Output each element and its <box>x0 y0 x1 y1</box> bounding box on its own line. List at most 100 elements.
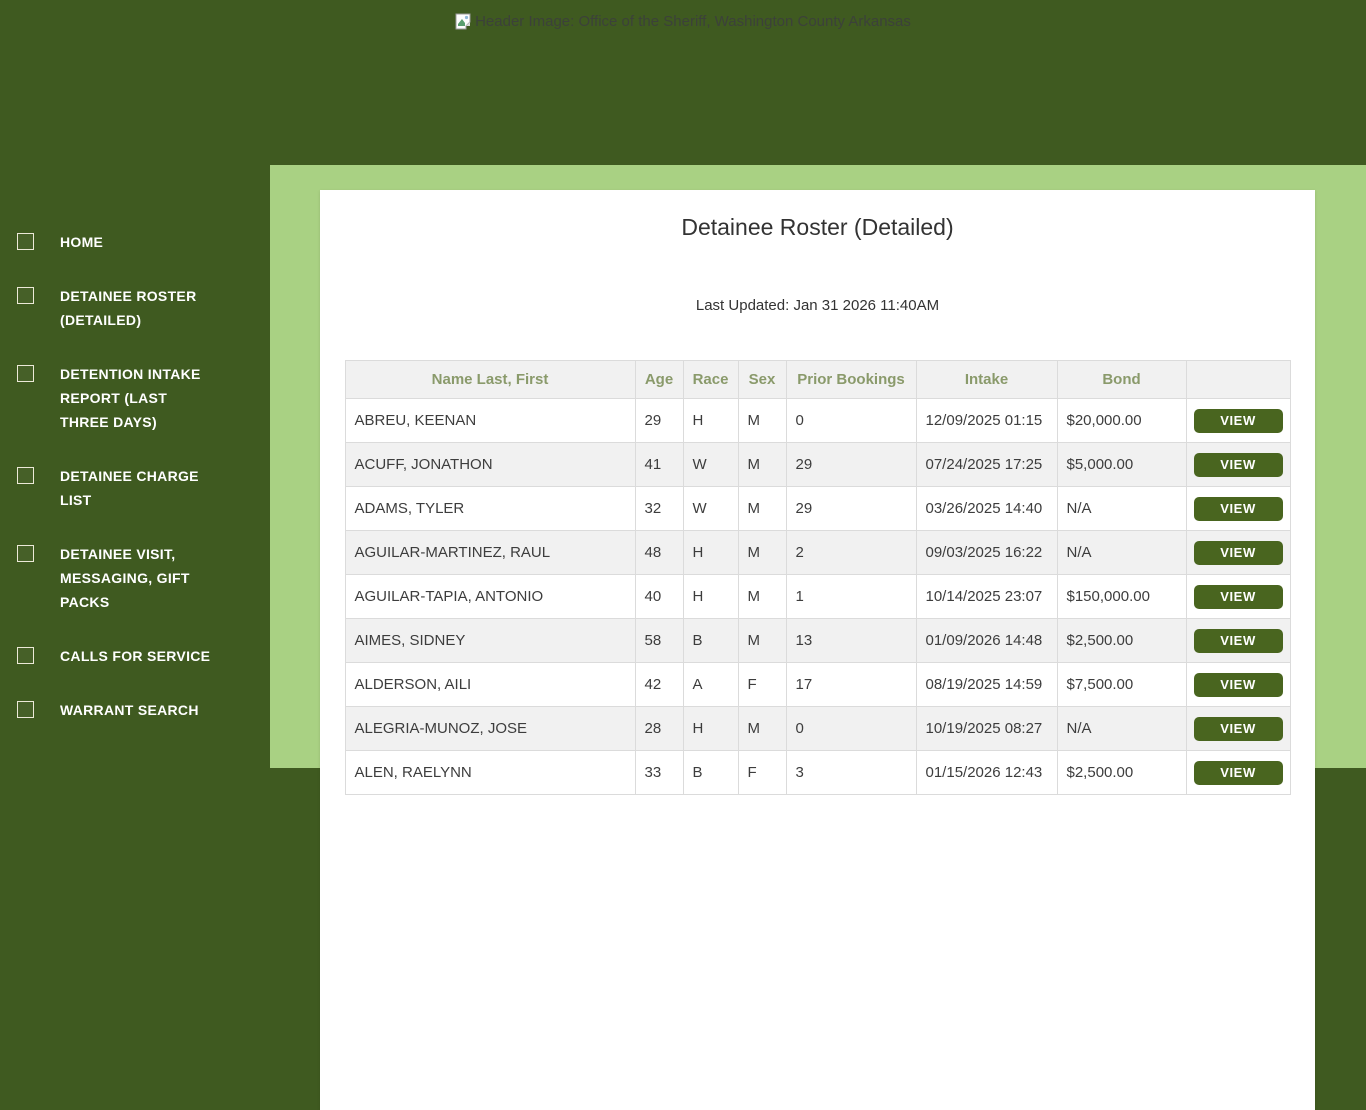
cell-actions: VIEW <box>1185 662 1291 707</box>
broken-nav-image-icon <box>17 287 34 304</box>
cell-intake: 12/09/2025 01:15 <box>915 398 1058 443</box>
cell-bond: $5,000.00 <box>1056 442 1187 487</box>
view-button[interactable]: VIEW <box>1193 672 1283 697</box>
cell-race: B <box>682 750 739 795</box>
cell-sex: F <box>737 750 787 795</box>
cell-age: 41 <box>634 442 684 487</box>
view-button[interactable]: VIEW <box>1193 716 1283 741</box>
cell-prior-bookings: 29 <box>785 442 917 487</box>
view-button[interactable]: VIEW <box>1193 760 1283 785</box>
col-header-actions <box>1185 360 1291 399</box>
cell-prior-bookings: 0 <box>785 706 917 751</box>
table-row: ALEGRIA-MUNOZ, JOSE 28 H M 0 10/19/2025 08:27… <box>344 706 1291 751</box>
cell-sex: M <box>737 706 787 751</box>
cell-age: 32 <box>634 486 684 531</box>
cell-name: ABREU, KEENAN <box>344 398 636 443</box>
roster-card: Detainee Roster (Detailed) Last Updated:… <box>320 190 1315 1110</box>
cell-prior-bookings: 29 <box>785 486 917 531</box>
page-title: Detainee Roster (Detailed) <box>681 214 954 240</box>
sidebar-item-detainee-charge-list[interactable]: DETAINEE CHARGE LIST <box>0 464 270 512</box>
cell-intake: 01/15/2026 12:43 <box>915 750 1058 795</box>
col-header-prior-bookings: Prior Bookings <box>785 360 917 399</box>
view-button[interactable]: VIEW <box>1193 584 1283 609</box>
cell-intake: 09/03/2025 16:22 <box>915 530 1058 575</box>
broken-image-icon <box>455 13 471 30</box>
sidebar-item-calls-for-service[interactable]: CALLS FOR SERVICE <box>0 644 270 668</box>
sidebar-item-detainee-roster-detailed[interactable]: DETAINEE ROSTER (DETAILED) <box>0 284 270 332</box>
cell-prior-bookings: 0 <box>785 398 917 443</box>
content-area: Detainee Roster (Detailed) Last Updated:… <box>270 165 1366 1110</box>
cell-bond: N/A <box>1056 486 1187 531</box>
broken-nav-image-icon <box>17 467 34 484</box>
cell-sex: M <box>737 618 787 663</box>
view-button[interactable]: VIEW <box>1193 408 1283 433</box>
cell-actions: VIEW <box>1185 530 1291 575</box>
cell-race: H <box>682 530 739 575</box>
sidebar-item-home[interactable]: HOME <box>0 230 270 254</box>
cell-name: ALEGRIA-MUNOZ, JOSE <box>344 706 636 751</box>
cell-intake: 10/14/2025 23:07 <box>915 574 1058 619</box>
sidebar-nav: HOME DETAINEE ROSTER (DETAILED) DETENTION … <box>0 0 270 768</box>
cell-age: 29 <box>634 398 684 443</box>
cell-bond: $2,500.00 <box>1056 618 1187 663</box>
sidebar-item-label: DETAINEE ROSTER (DETAILED) <box>60 288 197 328</box>
cell-age: 48 <box>634 530 684 575</box>
cell-prior-bookings: 1 <box>785 574 917 619</box>
cell-name: ALDERSON, AILI <box>344 662 636 707</box>
cell-race: H <box>682 574 739 619</box>
broken-nav-image-icon <box>17 545 34 562</box>
cell-name: ADAMS, TYLER <box>344 486 636 531</box>
cell-bond: $20,000.00 <box>1056 398 1187 443</box>
cell-actions: VIEW <box>1185 486 1291 531</box>
cell-actions: VIEW <box>1185 750 1291 795</box>
cell-intake: 01/09/2026 14:48 <box>915 618 1058 663</box>
cell-sex: M <box>737 530 787 575</box>
sidebar-item-detention-intake-report-last-three-days[interactable]: DETENTION INTAKE REPORT (LAST THREE DAYS… <box>0 362 270 434</box>
cell-race: A <box>682 662 739 707</box>
cell-age: 40 <box>634 574 684 619</box>
cell-bond: $2,500.00 <box>1056 750 1187 795</box>
cell-actions: VIEW <box>1185 442 1291 487</box>
cell-prior-bookings: 2 <box>785 530 917 575</box>
table-row: AIMES, SIDNEY 58 B M 13 01/09/2026 14:48 $2,50… <box>344 618 1291 663</box>
col-header-bond: Bond <box>1056 360 1187 399</box>
col-header-age: Age <box>634 360 684 399</box>
header-alt-text: Header Image: Office of the Sheriff, Was… <box>475 13 911 30</box>
cell-actions: VIEW <box>1185 706 1291 751</box>
broken-nav-image-icon <box>17 233 34 250</box>
view-button[interactable]: VIEW <box>1193 540 1283 565</box>
cell-intake: 08/19/2025 14:59 <box>915 662 1058 707</box>
sidebar-item-label: DETAINEE VISIT, MESSAGING, GIFT PACKS <box>60 546 190 610</box>
cell-sex: M <box>737 398 787 443</box>
col-header-sex: Sex <box>737 360 787 399</box>
cell-name: ALEN, RAELYNN <box>344 750 636 795</box>
view-button[interactable]: VIEW <box>1193 496 1283 521</box>
broken-nav-image-icon <box>17 701 34 718</box>
sidebar-item-label: WARRANT SEARCH <box>60 702 199 718</box>
sidebar-item-detainee-visit-messaging-gift-packs[interactable]: DETAINEE VISIT, MESSAGING, GIFT PACKS <box>0 542 270 614</box>
broken-nav-image-icon <box>17 365 34 382</box>
sidebar-item-warrant-search[interactable]: WARRANT SEARCH <box>0 698 270 722</box>
sidebar-item-label: CALLS FOR SERVICE <box>60 648 211 664</box>
cell-prior-bookings: 13 <box>785 618 917 663</box>
cell-prior-bookings: 17 <box>785 662 917 707</box>
cell-bond: $7,500.00 <box>1056 662 1187 707</box>
cell-actions: VIEW <box>1185 574 1291 619</box>
cell-name: AIMES, SIDNEY <box>344 618 636 663</box>
table-row: ACUFF, JONATHON 41 W M 29 07/24/2025 17:25 $5,… <box>344 442 1291 487</box>
cell-actions: VIEW <box>1185 398 1291 443</box>
view-button[interactable]: VIEW <box>1193 452 1283 477</box>
table-header-row: Name Last, First Age Race Sex Prior Book… <box>344 360 1291 399</box>
cell-sex: F <box>737 662 787 707</box>
cell-race: H <box>682 706 739 751</box>
table-row: AGUILAR-MARTINEZ, RAUL 48 H M 2 09/03/2025 16… <box>344 530 1291 575</box>
cell-intake: 07/24/2025 17:25 <box>915 442 1058 487</box>
table-row: ADAMS, TYLER 32 W M 29 03/26/2025 14:40 N/A VIE… <box>344 486 1291 531</box>
cell-bond: N/A <box>1056 706 1187 751</box>
cell-age: 42 <box>634 662 684 707</box>
cell-race: W <box>682 442 739 487</box>
cell-race: W <box>682 486 739 531</box>
view-button[interactable]: VIEW <box>1193 628 1283 653</box>
cell-name: AGUILAR-TAPIA, ANTONIO <box>344 574 636 619</box>
table-row: ALDERSON, AILI 42 A F 17 08/19/2025 14:59 $7,5… <box>344 662 1291 707</box>
